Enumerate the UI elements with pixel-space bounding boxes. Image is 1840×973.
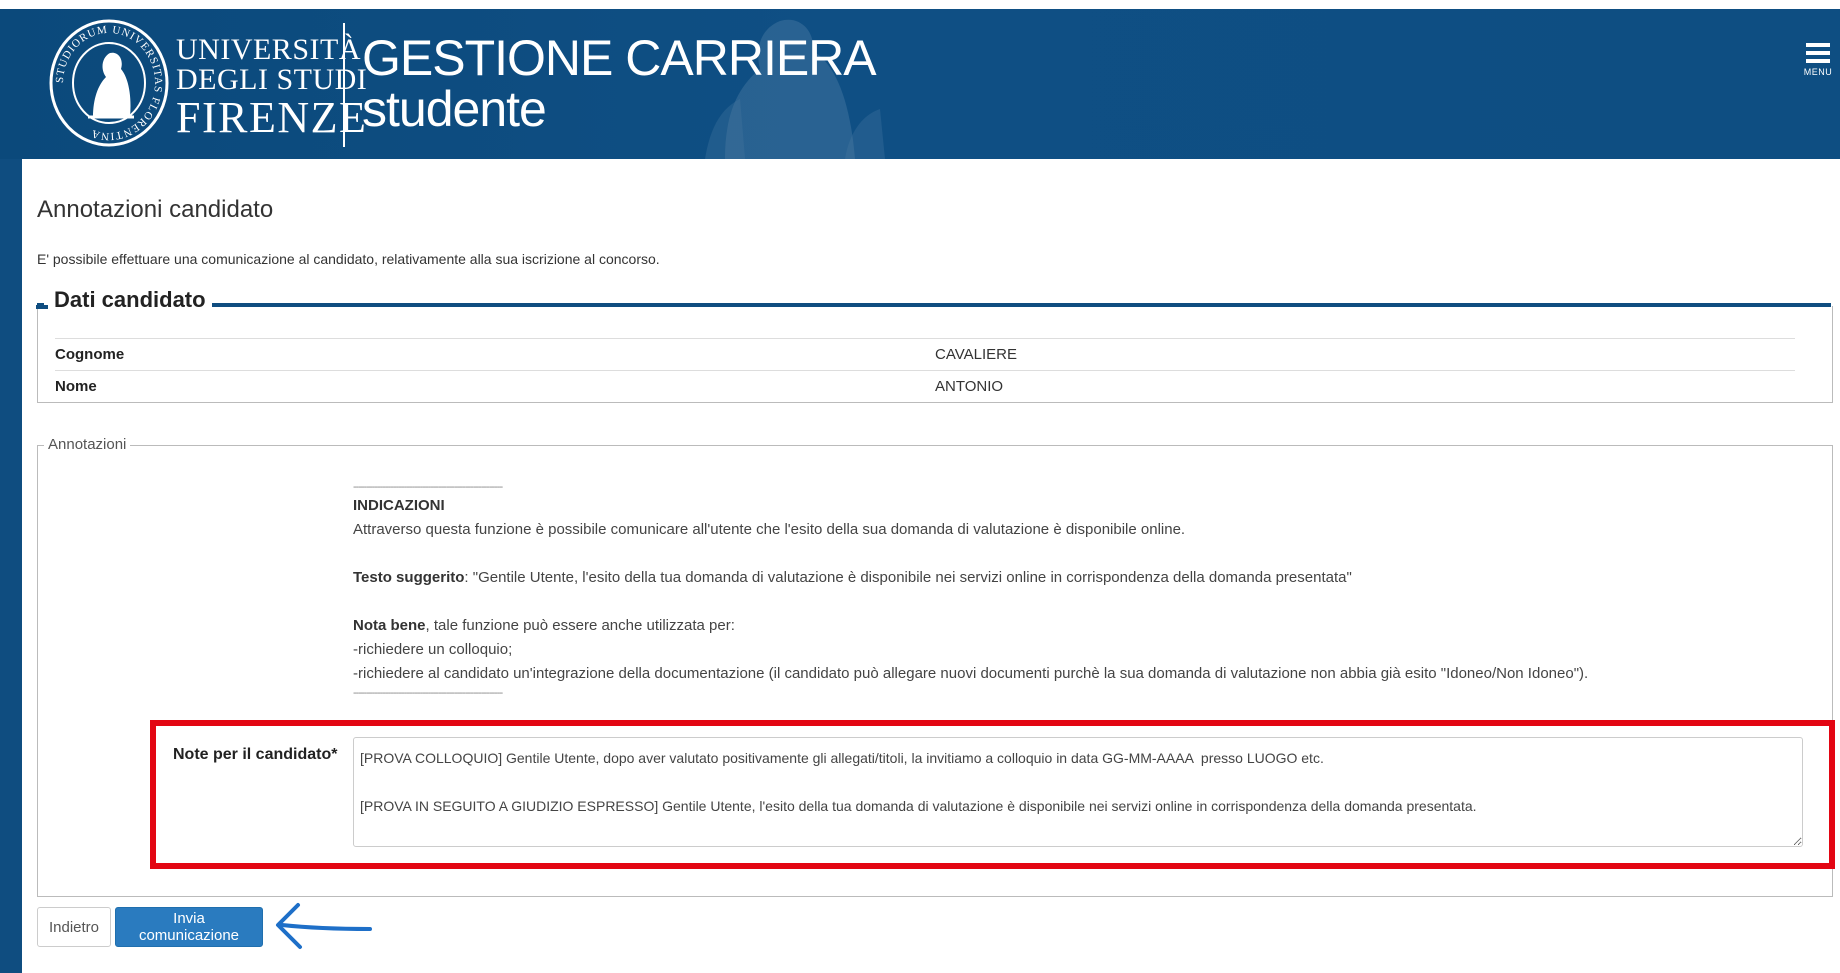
top-band <box>0 0 1840 9</box>
instructions-line: Attraverso questa funzione è possibile c… <box>353 521 1186 538</box>
instructions-heading: INDICAZIONI <box>353 497 445 514</box>
suggested-text: : "Gentile Utente, l'esito della tua dom… <box>464 569 1352 586</box>
separator-top: ----------------------------------------… <box>353 481 503 493</box>
table-row-cognome: Cognome CAVALIERE <box>55 338 1795 371</box>
page-title: Annotazioni candidato <box>37 196 274 223</box>
pointer-arrow-icon <box>276 903 372 949</box>
bullet-integrazione: -richiedere al candidato un'integrazione… <box>353 665 1589 682</box>
back-button[interactable]: Indietro <box>37 907 111 947</box>
suggested-label: Testo suggerito <box>353 569 465 586</box>
app-title-line-2: studente <box>362 81 547 137</box>
app-title-line-1: GESTIONE CARRIERA <box>362 30 877 86</box>
row-label: Cognome <box>55 346 125 363</box>
candidate-section-legend: Dati candidato <box>36 287 212 313</box>
university-name: UNIVERSITÀ DEGLI STUDI FIRENZE <box>176 35 367 141</box>
row-label: Nome <box>55 378 97 395</box>
header-banner: STUDIORUM UNIVERSITAS FLORENTINA UNIVERS… <box>0 9 1840 159</box>
note-textarea[interactable]: [PROVA COLLOQUIO] Gentile Utente, dopo a… <box>353 737 1803 847</box>
row-value: CAVALIERE <box>935 346 1017 363</box>
app-title: GESTIONE CARRIERA studente <box>362 30 877 137</box>
separator-bottom: ----------------------------------------… <box>353 687 503 699</box>
university-line-3: FIRENZE <box>176 93 368 142</box>
note-field-label: Note per il candidato* <box>173 746 338 763</box>
nota-bene-text: , tale funzione può essere anche utilizz… <box>425 617 735 634</box>
university-line-1: UNIVERSITÀ <box>176 33 361 66</box>
university-seal-icon: STUDIORUM UNIVERSITAS FLORENTINA <box>49 19 169 147</box>
table-row-nome: Nome ANTONIO <box>55 370 1795 403</box>
intro-text: E' possibile effettuare una comunicazion… <box>37 251 660 267</box>
university-line-2: DEGLI STUDI <box>176 63 368 96</box>
menu-label: MENU <box>1803 67 1833 77</box>
nota-bene-line: Nota bene, tale funzione può essere anch… <box>353 614 1773 638</box>
bullet-colloquio: -richiedere un colloquio; <box>353 641 513 658</box>
instructions-block: ----------------------------------------… <box>353 480 1773 700</box>
suggested-text-line: Testo suggerito: "Gentile Utente, l'esit… <box>353 566 1773 590</box>
annotations-legend: Annotazioni <box>44 436 131 453</box>
send-communication-button[interactable]: Invia comunicazione <box>115 907 263 947</box>
header-divider <box>343 23 345 147</box>
hamburger-menu-icon <box>1800 43 1836 63</box>
menu-button[interactable]: MENU <box>1800 43 1836 103</box>
row-value: ANTONIO <box>935 378 1004 395</box>
nota-bene-label: Nota bene <box>353 617 426 634</box>
